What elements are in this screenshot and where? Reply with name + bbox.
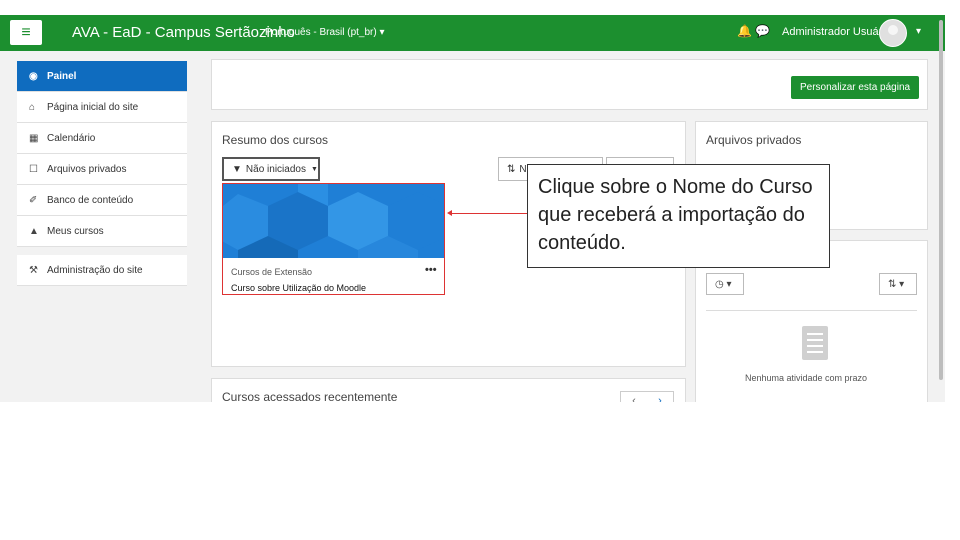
sort-icon: ⇅ ▾ xyxy=(888,278,905,290)
nav-item-label: Calendário xyxy=(47,132,96,144)
timeline-empty-text: Nenhuma atividade com prazo xyxy=(745,373,868,383)
nav-item-content-bank[interactable]: ✐ Banco de conteúdo xyxy=(17,185,187,216)
nav-item-label: Banco de conteúdo xyxy=(47,194,134,206)
nav-item-label: Página inicial do site xyxy=(47,101,139,113)
timeline-divider xyxy=(706,310,917,311)
customize-page-button[interactable]: Personalizar esta página xyxy=(791,76,920,99)
screenshot-area: ≡ AVA - EaD - Campus Sertãozinho Portugu… xyxy=(0,0,945,402)
nav-item-home[interactable]: ⌂ Página inicial do site xyxy=(17,92,187,123)
timeline-filter-dropdown[interactable]: ◷ ▾ xyxy=(706,273,744,295)
graduation-cap-icon: ▲ xyxy=(29,225,39,237)
site-brand[interactable]: AVA - EaD - Campus Sertãozinho xyxy=(72,24,295,41)
dashboard-icon: ◉ xyxy=(29,70,38,82)
course-menu-icon[interactable]: ••• xyxy=(425,264,437,276)
avatar[interactable] xyxy=(879,19,907,47)
annotation-arrow-head xyxy=(447,210,452,216)
browser-top-strip xyxy=(0,0,945,15)
nav-item-label: Painel xyxy=(47,70,77,82)
nav-item-label: Meus cursos xyxy=(47,225,104,237)
calendar-icon: ▦ xyxy=(29,132,39,144)
nav-item-private-files[interactable]: ☐ Arquivos privados xyxy=(17,154,187,185)
hamburger-icon[interactable]: ≡ xyxy=(10,20,42,45)
course-filter-dropdown[interactable]: ▼ Não iniciados ▼ xyxy=(222,157,320,181)
nav-item-label: Arquivos privados xyxy=(47,163,127,175)
left-navigation: ◉ Painel ⌂ Página inicial do site ▦ Cale… xyxy=(17,61,187,286)
chat-icon[interactable]: 💬 xyxy=(755,24,770,38)
instruction-callout: Clique sobre o Nome do Curso que receber… xyxy=(527,164,830,268)
nav-item-calendar[interactable]: ▦ Calendário xyxy=(17,123,187,154)
clock-icon: ◷ ▾ xyxy=(715,278,732,290)
chevron-left-icon[interactable]: ‹ xyxy=(632,395,636,402)
nav-item-dashboard[interactable]: ◉ Painel xyxy=(17,61,187,92)
top-navbar: ≡ AVA - EaD - Campus Sertãozinho Portugu… xyxy=(0,15,945,51)
user-name[interactable]: Administrador Usuário xyxy=(782,26,891,38)
empty-list-icon xyxy=(802,326,828,360)
timeline-sort-dropdown[interactable]: ⇅ ▾ xyxy=(879,273,917,295)
sort-label: N xyxy=(519,163,527,175)
home-icon: ⌂ xyxy=(29,101,36,113)
filter-icon: ▼ xyxy=(232,163,242,175)
recent-courses-title: Cursos acessados recentemente xyxy=(222,390,398,402)
course-card[interactable]: Cursos de Extensão ••• Curso sobre Utili… xyxy=(222,183,445,295)
nav-item-site-admin[interactable]: ⚒ Administração do site xyxy=(17,255,187,286)
file-icon: ☐ xyxy=(29,163,38,175)
brush-icon: ✐ xyxy=(29,194,38,206)
wrench-icon: ⚒ xyxy=(29,264,38,276)
user-menu-caret[interactable]: ▾ xyxy=(916,26,921,37)
nav-item-my-courses[interactable]: ▲ Meus cursos xyxy=(17,216,187,247)
recent-courses-pager: ‹ › xyxy=(620,391,674,402)
sort-icon: ⇅ xyxy=(507,163,516,175)
course-overview-title: Resumo dos cursos xyxy=(222,133,329,147)
filter-label: Não iniciados xyxy=(245,163,306,175)
chevron-right-icon[interactable]: › xyxy=(658,395,662,402)
chevron-down-icon: ▼ xyxy=(310,165,318,173)
bell-icon[interactable]: 🔔 xyxy=(737,24,752,38)
nav-item-label: Administração do site xyxy=(47,264,143,276)
course-name-link[interactable]: Curso sobre Utilização do Moodle xyxy=(231,283,366,293)
course-banner-image xyxy=(223,184,444,258)
page-scrollbar[interactable] xyxy=(939,20,943,380)
private-files-title: Arquivos privados xyxy=(706,133,802,147)
annotation-arrow-line xyxy=(451,213,527,214)
language-menu[interactable]: Português - Brasil (pt_br) ▾ xyxy=(265,27,385,38)
course-category: Cursos de Extensão xyxy=(231,267,313,277)
nav-gap xyxy=(17,247,187,255)
